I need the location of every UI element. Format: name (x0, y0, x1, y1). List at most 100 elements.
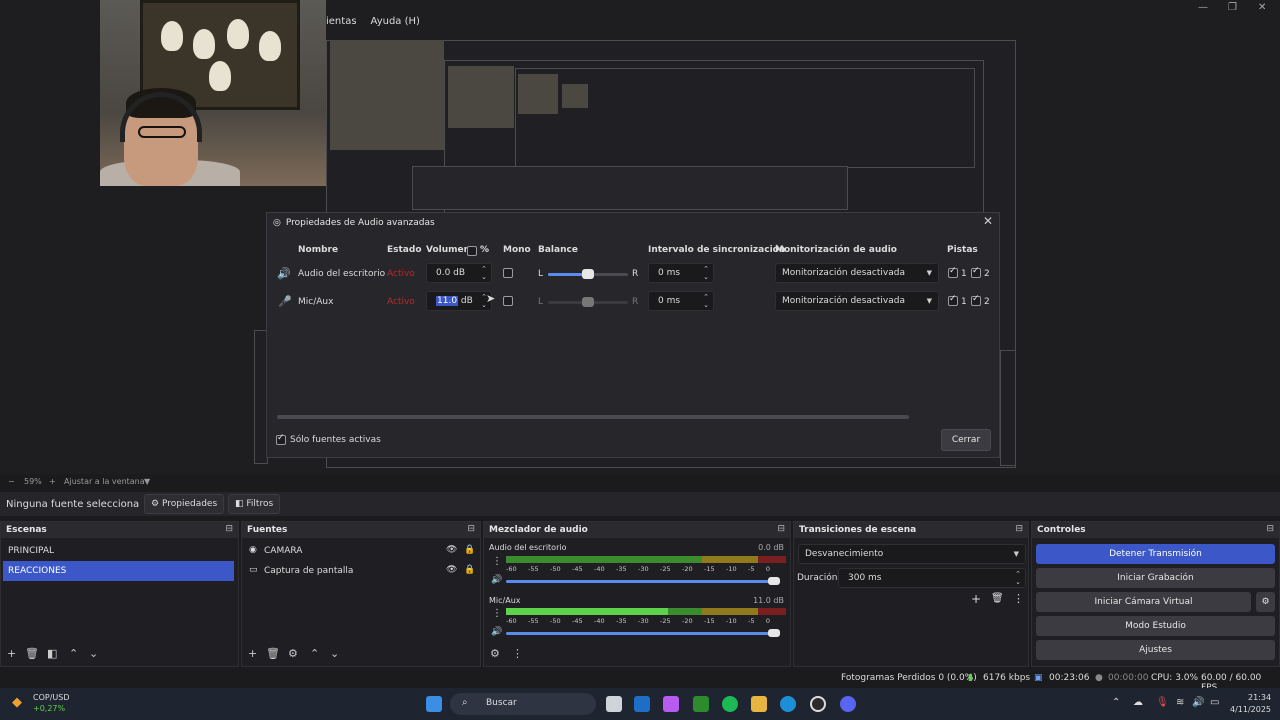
speaker-icon[interactable]: 🔊 (491, 627, 502, 637)
chevron-up-icon[interactable]: ⌃ (310, 647, 319, 660)
ticker-symbol[interactable]: COP/USD (33, 693, 70, 702)
filter-icon[interactable]: ◧ (47, 647, 57, 660)
mono-checkbox[interactable] (503, 296, 513, 306)
kebab-menu-icon[interactable]: ⋮ (492, 556, 502, 567)
wifi-icon[interactable]: ≋ (1176, 697, 1184, 708)
clock-date[interactable]: 4/11/2025 (1230, 705, 1271, 714)
gear-icon[interactable]: ⚙ (288, 647, 298, 660)
duration-spinbox[interactable]: 300 ms ⌃ ⌄ (838, 568, 1026, 588)
chevron-down-icon[interactable]: ▼ (144, 477, 150, 486)
eye-icon[interactable]: 👁 (446, 565, 457, 575)
balance-knob[interactable] (582, 269, 594, 279)
dock-menu-icon[interactable]: ⊟ (225, 524, 233, 534)
xbox-icon[interactable] (693, 696, 709, 712)
track1-checkbox[interactable] (948, 266, 958, 278)
volume-spinbox[interactable]: 0.0 dB ⌃ ⌄ (426, 263, 492, 283)
dock-menu-icon[interactable]: ⊟ (1015, 524, 1023, 534)
scene-item[interactable]: PRINCIPAL (3, 541, 234, 561)
balance-slider[interactable] (548, 269, 628, 279)
dock-menu-icon[interactable]: ⊟ (777, 524, 785, 534)
stop-streaming-button[interactable]: Detener Transmisión (1036, 544, 1275, 564)
sync-spinbox[interactable]: 0 ms ⌃ ⌄ (648, 291, 714, 311)
source-item[interactable]: ◉ CAMARA 👁 🔒 (244, 541, 476, 561)
cloud-icon[interactable]: ☁ (1133, 697, 1143, 708)
add-icon[interactable]: + (7, 647, 16, 660)
taskbar-search[interactable]: ⌕ Buscar (450, 693, 596, 715)
start-recording-button[interactable]: Iniciar Grabación (1036, 568, 1275, 588)
trash-icon[interactable]: 🗑 (266, 647, 280, 660)
chevron-down-icon[interactable]: ⌄ (89, 647, 98, 660)
source-item[interactable]: ▭ Captura de pantalla 👁 🔒 (244, 561, 476, 581)
kebab-menu-icon[interactable]: ⋮ (492, 608, 502, 619)
mono-checkbox[interactable] (503, 268, 513, 278)
close-button[interactable]: Cerrar (941, 429, 991, 451)
sync-spinbox[interactable]: 0 ms ⌃ ⌄ (648, 263, 714, 283)
dock-menu-icon[interactable]: ⊟ (467, 524, 475, 534)
dock-menu-icon[interactable]: ⊟ (1266, 524, 1274, 534)
start-virtual-camera-button[interactable]: Iniciar Cámara Virtual (1036, 592, 1251, 612)
dialog-close-icon[interactable]: ✕ (983, 214, 993, 228)
trash-icon[interactable]: 🗑 (25, 647, 39, 660)
volume-slider[interactable] (506, 577, 780, 585)
kebab-menu-icon[interactable]: ⋮ (1013, 592, 1024, 605)
virtual-camera-settings-button[interactable]: ⚙ (1256, 592, 1275, 612)
properties-button[interactable]: ⚙ Propiedades (144, 494, 225, 514)
add-icon[interactable]: + (248, 647, 257, 660)
monitoring-dropdown[interactable]: Monitorización desactivada ▼ (775, 291, 939, 311)
battery-icon[interactable]: ▭ (1210, 697, 1219, 708)
eye-icon[interactable]: 👁 (446, 545, 457, 555)
percent-checkbox[interactable] (467, 246, 477, 256)
volume-spinbox[interactable]: 11.0 dB ⌃ ⌄ (426, 291, 492, 311)
obs-icon[interactable] (810, 696, 826, 712)
scene-item-selected[interactable]: REACCIONES (3, 561, 234, 581)
microphone-icon[interactable]: 🎙 (1156, 697, 1169, 708)
track2-checkbox[interactable] (971, 294, 981, 306)
discord-icon[interactable] (840, 696, 856, 712)
volume-slider[interactable] (506, 629, 780, 637)
trash-icon[interactable]: 🗑 (991, 593, 1004, 604)
clock-time[interactable]: 21:34 (1248, 693, 1271, 702)
edge-icon[interactable] (780, 696, 796, 712)
horizontal-scrollbar[interactable] (277, 415, 909, 419)
track2-checkbox[interactable] (971, 266, 981, 278)
chevron-up-icon[interactable]: ⌃ (1112, 697, 1120, 708)
chevron-down-icon[interactable]: ⌄ (330, 647, 339, 660)
speaker-icon[interactable]: 🔊 (491, 575, 502, 585)
chevron-up-icon[interactable]: ⌃ (69, 647, 78, 660)
spin-arrows-icon[interactable]: ⌃ ⌄ (701, 293, 711, 309)
filters-button[interactable]: ◧ Filtros (228, 494, 281, 514)
balance-knob[interactable] (582, 297, 594, 307)
menu-tools[interactable]: ientas (326, 16, 357, 32)
mixer-settings-icon[interactable]: ⚙ (490, 647, 500, 660)
balance-slider[interactable] (548, 297, 628, 307)
fit-window-button[interactable]: Ajustar a la ventana (64, 477, 145, 486)
minimize-icon[interactable]: — (1198, 2, 1208, 13)
maximize-icon[interactable]: ❐ (1228, 2, 1237, 13)
lock-icon[interactable]: 🔒 (464, 565, 475, 575)
transition-dropdown[interactable]: Desvanecimiento ▼ (798, 544, 1026, 564)
zoom-out-button[interactable]: − (8, 477, 15, 486)
spin-arrows-icon[interactable]: ⌃ ⌄ (479, 265, 489, 281)
active-only-checkbox[interactable] (276, 433, 286, 445)
settings-button[interactable]: Ajustes (1036, 640, 1275, 660)
copilot-icon[interactable] (663, 696, 679, 712)
spin-arrows-icon[interactable]: ⌃ ⌄ (701, 265, 711, 281)
volume-knob[interactable] (768, 577, 780, 585)
menu-help[interactable]: Ayuda (H) (371, 16, 420, 32)
studio-mode-button[interactable]: Modo Estudio (1036, 616, 1275, 636)
monitoring-dropdown[interactable]: Monitorización desactivada ▼ (775, 263, 939, 283)
outlook-icon[interactable] (634, 696, 650, 712)
zoom-in-button[interactable]: + (49, 477, 56, 486)
volume-icon[interactable]: 🔊 (1192, 697, 1204, 708)
spotify-icon[interactable] (722, 696, 738, 712)
file-explorer-icon[interactable] (751, 696, 767, 712)
track1-checkbox[interactable] (948, 294, 958, 306)
volume-knob[interactable] (768, 629, 780, 637)
task-view-icon[interactable] (606, 696, 622, 712)
windows-start-icon[interactable] (426, 696, 442, 712)
close-icon[interactable]: ✕ (1258, 2, 1266, 13)
spin-arrows-icon[interactable]: ⌃ ⌄ (1013, 570, 1023, 586)
lock-icon[interactable]: 🔒 (464, 545, 475, 555)
add-icon[interactable]: + (971, 592, 981, 606)
kebab-menu-icon[interactable]: ⋮ (512, 647, 523, 660)
